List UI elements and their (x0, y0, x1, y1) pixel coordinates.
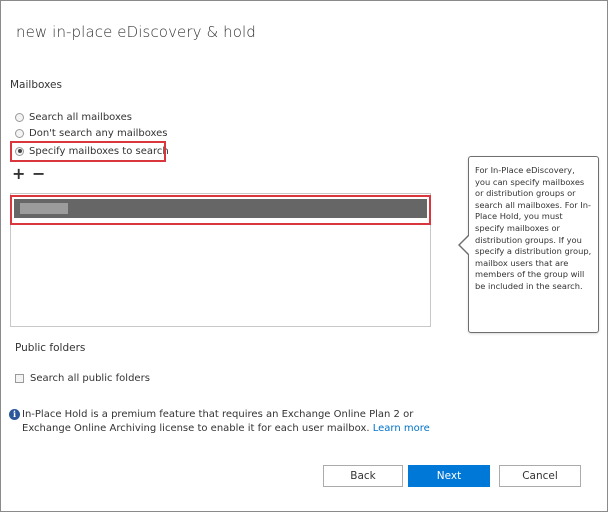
dialog-title: new in-place eDiscovery & hold (16, 23, 256, 41)
radio-label: Search all mailboxes (29, 111, 132, 123)
checkbox[interactable] (15, 374, 24, 383)
highlight-selected-mailbox (10, 195, 431, 225)
radio-search-all-mailboxes[interactable]: Search all mailboxes (15, 110, 132, 124)
tooltip-arrow-fill (460, 236, 469, 254)
highlight-specify-mailboxes (10, 141, 166, 162)
public-folders-section-label: Public folders (15, 342, 86, 354)
radio-label: Don't search any mailboxes (29, 127, 168, 139)
next-button[interactable]: Next (408, 465, 490, 487)
learn-more-link[interactable]: Learn more (373, 423, 430, 434)
minus-icon[interactable]: − (32, 166, 45, 182)
back-button[interactable]: Back (323, 465, 403, 487)
help-tooltip: For In-Place eDiscovery, you can specify… (468, 156, 599, 333)
checkbox-label: Search all public folders (30, 373, 150, 384)
checkbox-search-public-folders[interactable]: Search all public folders (15, 373, 150, 384)
radio-button[interactable] (15, 112, 24, 122)
mailboxes-section-label: Mailboxes (10, 79, 62, 91)
plus-icon[interactable]: + (12, 166, 25, 182)
tooltip-text: For In-Place eDiscovery, you can specify… (475, 165, 592, 291)
info-icon: i (9, 409, 20, 420)
cancel-button[interactable]: Cancel (499, 465, 581, 487)
radio-dont-search-mailboxes[interactable]: Don't search any mailboxes (15, 126, 168, 140)
info-text: In-Place Hold is a premium feature that … (22, 409, 414, 434)
dialog-window: new in-place eDiscovery & hold Mailboxes… (0, 0, 608, 512)
radio-button[interactable] (15, 128, 24, 138)
